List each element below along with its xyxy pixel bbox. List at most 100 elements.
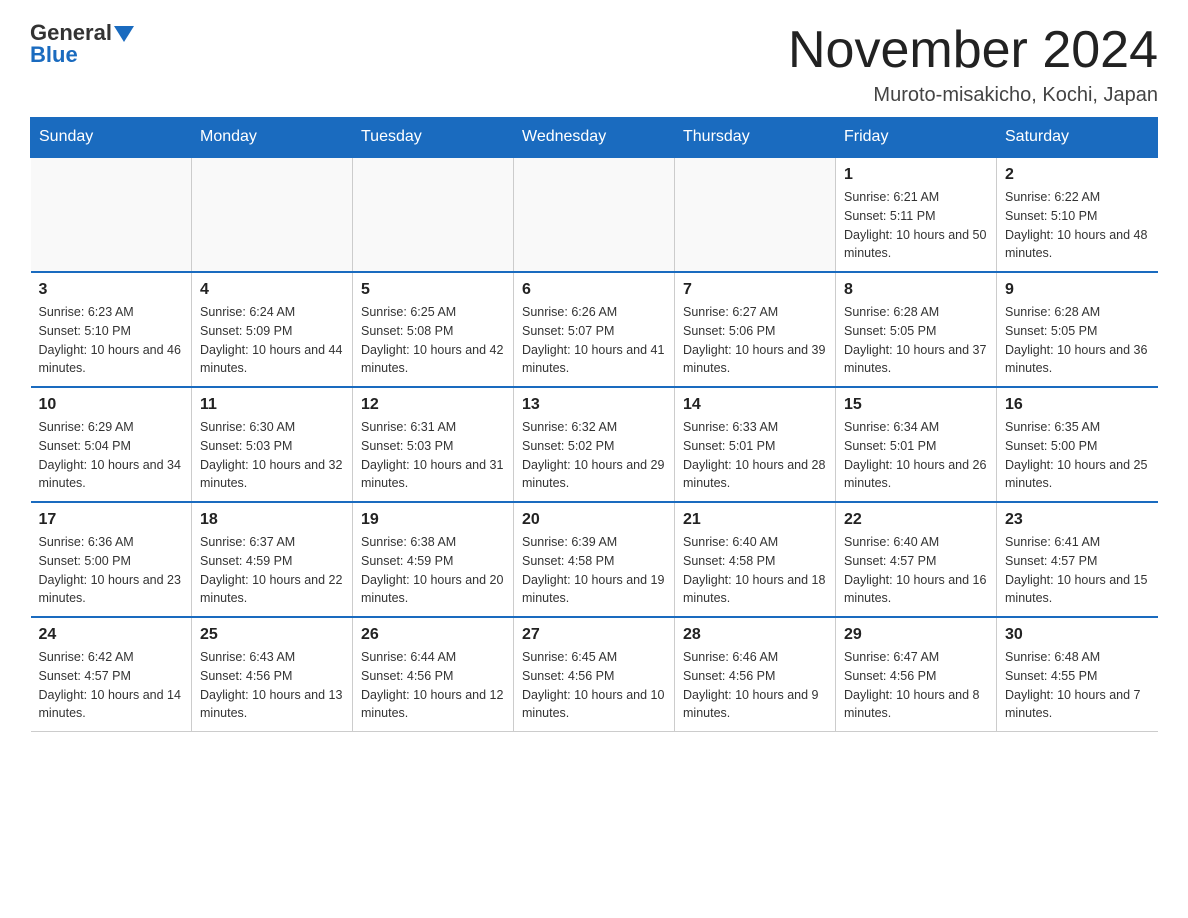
day-info: Sunrise: 6:24 AM Sunset: 5:09 PM Dayligh…	[200, 303, 344, 378]
day-info: Sunrise: 6:23 AM Sunset: 5:10 PM Dayligh…	[39, 303, 184, 378]
calendar-table: Sunday Monday Tuesday Wednesday Thursday…	[30, 117, 1158, 732]
day-number: 12	[361, 396, 505, 414]
day-info: Sunrise: 6:40 AM Sunset: 4:58 PM Dayligh…	[683, 533, 827, 608]
calendar-cell: 21Sunrise: 6:40 AM Sunset: 4:58 PM Dayli…	[675, 502, 836, 617]
day-info: Sunrise: 6:25 AM Sunset: 5:08 PM Dayligh…	[361, 303, 505, 378]
calendar-cell	[675, 157, 836, 272]
page-title: November 2024	[788, 20, 1158, 80]
day-number: 15	[844, 396, 988, 414]
calendar-cell: 18 Sunrise: 6:37 AM Sunset: 4:59 PM Dayli…	[192, 502, 353, 617]
calendar-cell: 11Sunrise: 6:30 AM Sunset: 5:03 PM Dayli…	[192, 387, 353, 502]
logo: General Blue	[30, 20, 134, 68]
day-number: 8	[844, 281, 988, 299]
day-number: 24	[39, 626, 184, 644]
day-number: 9	[1005, 281, 1150, 299]
day-info: Sunrise: 6:41 AM Sunset: 4:57 PM Dayligh…	[1005, 533, 1150, 608]
calendar-week-5: 24 Sunrise: 6:42 AM Sunset: 4:57 PM Dayli…	[31, 617, 1158, 732]
header-friday: Friday	[836, 118, 997, 158]
day-info: Sunrise: 6:38 AM Sunset: 4:59 PM Dayligh…	[361, 533, 505, 608]
day-number: 1	[844, 166, 988, 184]
calendar-cell: 27 Sunrise: 6:45 AM Sunset: 4:56 PM Dayli…	[514, 617, 675, 732]
day-number: 17	[39, 511, 184, 529]
day-info: Sunrise: 6:32 AM Sunset: 5:02 PM Dayligh…	[522, 418, 666, 493]
day-number: 6	[522, 281, 666, 299]
calendar-cell	[31, 157, 192, 272]
calendar-header-row: Sunday Monday Tuesday Wednesday Thursday…	[31, 118, 1158, 158]
calendar-cell: 14 Sunrise: 6:33 AM Sunset: 5:01 PM Dayli…	[675, 387, 836, 502]
day-number: 5	[361, 281, 505, 299]
day-info: Sunrise: 6:21 AM Sunset: 5:11 PM Dayligh…	[844, 188, 988, 263]
day-number: 28	[683, 626, 827, 644]
day-number: 20	[522, 511, 666, 529]
calendar-cell: 16 Sunrise: 6:35 AM Sunset: 5:00 PM Dayli…	[997, 387, 1158, 502]
day-info: Sunrise: 6:28 AM Sunset: 5:05 PM Dayligh…	[1005, 303, 1150, 378]
calendar-cell: 12Sunrise: 6:31 AM Sunset: 5:03 PM Dayli…	[353, 387, 514, 502]
day-info: Sunrise: 6:46 AM Sunset: 4:56 PM Dayligh…	[683, 648, 827, 723]
day-number: 7	[683, 281, 827, 299]
day-number: 27	[522, 626, 666, 644]
calendar-cell: 2 Sunrise: 6:22 AM Sunset: 5:10 PM Daylig…	[997, 157, 1158, 272]
header-wednesday: Wednesday	[514, 118, 675, 158]
day-info: Sunrise: 6:28 AM Sunset: 5:05 PM Dayligh…	[844, 303, 988, 378]
day-number: 16	[1005, 396, 1150, 414]
calendar-week-4: 17Sunrise: 6:36 AM Sunset: 5:00 PM Dayli…	[31, 502, 1158, 617]
day-info: Sunrise: 6:33 AM Sunset: 5:01 PM Dayligh…	[683, 418, 827, 493]
calendar-cell: 28 Sunrise: 6:46 AM Sunset: 4:56 PM Dayli…	[675, 617, 836, 732]
calendar-cell	[353, 157, 514, 272]
day-info: Sunrise: 6:47 AM Sunset: 4:56 PM Dayligh…	[844, 648, 988, 723]
header-thursday: Thursday	[675, 118, 836, 158]
day-number: 2	[1005, 166, 1150, 184]
calendar-cell: 19Sunrise: 6:38 AM Sunset: 4:59 PM Dayli…	[353, 502, 514, 617]
day-number: 4	[200, 281, 344, 299]
title-section: November 2024 Muroto-misakicho, Kochi, J…	[788, 20, 1158, 107]
day-info: Sunrise: 6:29 AM Sunset: 5:04 PM Dayligh…	[39, 418, 184, 493]
calendar-cell: 3 Sunrise: 6:23 AM Sunset: 5:10 PM Daylig…	[31, 272, 192, 387]
day-info: Sunrise: 6:45 AM Sunset: 4:56 PM Dayligh…	[522, 648, 666, 723]
day-number: 29	[844, 626, 988, 644]
header-sunday: Sunday	[31, 118, 192, 158]
day-info: Sunrise: 6:26 AM Sunset: 5:07 PM Dayligh…	[522, 303, 666, 378]
day-number: 23	[1005, 511, 1150, 529]
day-info: Sunrise: 6:44 AM Sunset: 4:56 PM Dayligh…	[361, 648, 505, 723]
calendar-cell: 24 Sunrise: 6:42 AM Sunset: 4:57 PM Dayli…	[31, 617, 192, 732]
calendar-cell: 8 Sunrise: 6:28 AM Sunset: 5:05 PM Daylig…	[836, 272, 997, 387]
day-number: 30	[1005, 626, 1150, 644]
calendar-cell: 17Sunrise: 6:36 AM Sunset: 5:00 PM Dayli…	[31, 502, 192, 617]
day-info: Sunrise: 6:40 AM Sunset: 4:57 PM Dayligh…	[844, 533, 988, 608]
calendar-week-2: 3 Sunrise: 6:23 AM Sunset: 5:10 PM Daylig…	[31, 272, 1158, 387]
day-number: 26	[361, 626, 505, 644]
day-info: Sunrise: 6:42 AM Sunset: 4:57 PM Dayligh…	[39, 648, 184, 723]
page-header: General Blue November 2024 Muroto-misaki…	[30, 20, 1158, 107]
day-info: Sunrise: 6:35 AM Sunset: 5:00 PM Dayligh…	[1005, 418, 1150, 493]
calendar-cell: 10 Sunrise: 6:29 AM Sunset: 5:04 PM Dayli…	[31, 387, 192, 502]
calendar-week-1: 1 Sunrise: 6:21 AM Sunset: 5:11 PM Daylig…	[31, 157, 1158, 272]
calendar-cell: 29 Sunrise: 6:47 AM Sunset: 4:56 PM Dayli…	[836, 617, 997, 732]
calendar-cell	[192, 157, 353, 272]
day-info: Sunrise: 6:34 AM Sunset: 5:01 PM Dayligh…	[844, 418, 988, 493]
day-info: Sunrise: 6:27 AM Sunset: 5:06 PM Dayligh…	[683, 303, 827, 378]
day-info: Sunrise: 6:22 AM Sunset: 5:10 PM Dayligh…	[1005, 188, 1150, 263]
calendar-cell: 30 Sunrise: 6:48 AM Sunset: 4:55 PM Dayli…	[997, 617, 1158, 732]
day-number: 11	[200, 396, 344, 414]
page-subtitle: Muroto-misakicho, Kochi, Japan	[788, 84, 1158, 107]
calendar-cell: 9 Sunrise: 6:28 AM Sunset: 5:05 PM Daylig…	[997, 272, 1158, 387]
calendar-cell: 7 Sunrise: 6:27 AM Sunset: 5:06 PM Daylig…	[675, 272, 836, 387]
day-info: Sunrise: 6:37 AM Sunset: 4:59 PM Dayligh…	[200, 533, 344, 608]
logo-blue-text: Blue	[30, 42, 78, 68]
day-number: 22	[844, 511, 988, 529]
calendar-week-3: 10 Sunrise: 6:29 AM Sunset: 5:04 PM Dayli…	[31, 387, 1158, 502]
header-tuesday: Tuesday	[353, 118, 514, 158]
calendar-cell: 26 Sunrise: 6:44 AM Sunset: 4:56 PM Dayli…	[353, 617, 514, 732]
day-number: 3	[39, 281, 184, 299]
calendar-cell: 6 Sunrise: 6:26 AM Sunset: 5:07 PM Daylig…	[514, 272, 675, 387]
day-number: 25	[200, 626, 344, 644]
header-monday: Monday	[192, 118, 353, 158]
calendar-cell: 25Sunrise: 6:43 AM Sunset: 4:56 PM Dayli…	[192, 617, 353, 732]
calendar-cell: 23 Sunrise: 6:41 AM Sunset: 4:57 PM Dayli…	[997, 502, 1158, 617]
calendar-cell: 1 Sunrise: 6:21 AM Sunset: 5:11 PM Daylig…	[836, 157, 997, 272]
day-number: 14	[683, 396, 827, 414]
day-number: 18	[200, 511, 344, 529]
day-number: 10	[39, 396, 184, 414]
day-info: Sunrise: 6:48 AM Sunset: 4:55 PM Dayligh…	[1005, 648, 1150, 723]
calendar-cell: 4 Sunrise: 6:24 AM Sunset: 5:09 PM Daylig…	[192, 272, 353, 387]
